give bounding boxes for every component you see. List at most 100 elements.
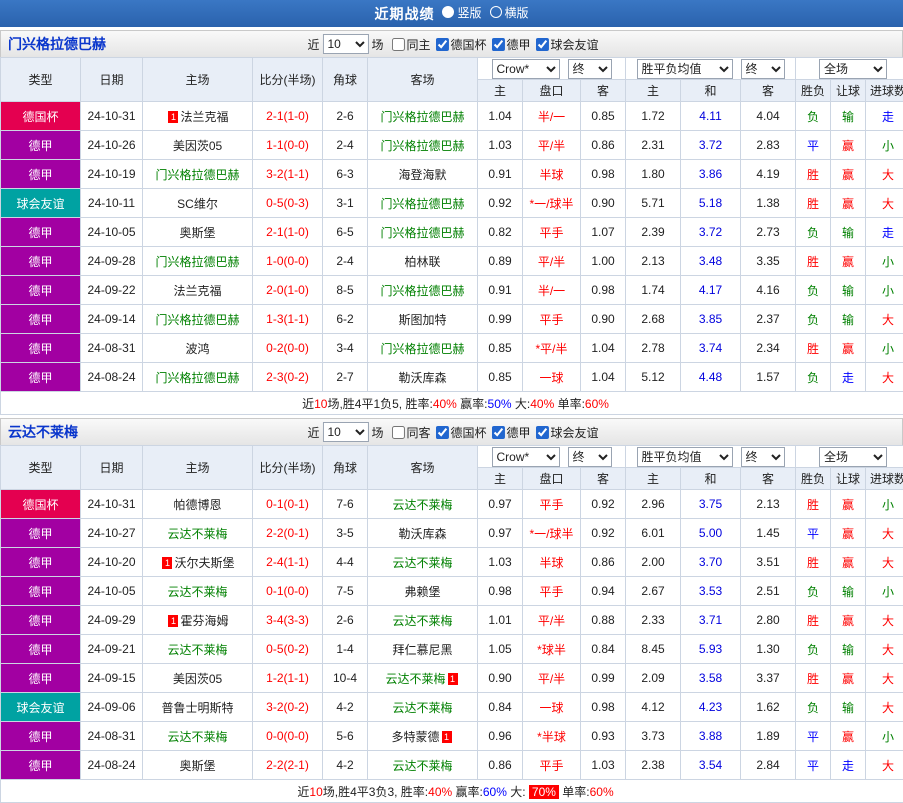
column-subheader: 进球数 bbox=[866, 468, 903, 490]
europe-source-select[interactable]: 胜平负均值 bbox=[637, 447, 733, 467]
team-name[interactable]: 海登海默 bbox=[398, 168, 446, 182]
radio-icon[interactable] bbox=[490, 6, 502, 18]
league-type-badge: 德甲 bbox=[1, 664, 81, 693]
team-name[interactable]: 霍芬海姆 bbox=[180, 614, 228, 628]
team-name[interactable]: 弗赖堡 bbox=[404, 585, 440, 599]
filter-checkbox-同主[interactable]: 同主 bbox=[391, 36, 430, 53]
checkbox-德国杯[interactable] bbox=[436, 426, 449, 439]
asian-away-odds: 0.84 bbox=[581, 635, 626, 664]
draw-odds: 3.70 bbox=[681, 548, 741, 577]
team-name[interactable]: 拜仁慕尼黑 bbox=[392, 643, 452, 657]
team-name[interactable]: 美因茨05 bbox=[173, 672, 222, 686]
team-name[interactable]: 勒沃库森 bbox=[398, 371, 446, 385]
team-name[interactable]: 门兴格拉德巴赫 bbox=[380, 342, 464, 356]
team-name[interactable]: 云达不莱梅 bbox=[392, 498, 452, 512]
team-name[interactable]: 波鸿 bbox=[185, 342, 209, 356]
goals-result-cell: 大 bbox=[866, 606, 903, 635]
team-name[interactable]: 云达不莱梅 bbox=[392, 614, 452, 628]
team-name[interactable]: 门兴格拉德巴赫 bbox=[380, 226, 464, 240]
europe-final-select[interactable]: 终 bbox=[741, 447, 785, 467]
league-type-badge: 德国杯 bbox=[1, 490, 81, 519]
match-row: 德甲24-09-15美因茨051-2(1-1)10-4云达不莱梅10.90平/半… bbox=[1, 664, 903, 693]
team-name[interactable]: 沃尔夫斯堡 bbox=[174, 556, 234, 570]
away-team-cell: 勒沃库森 bbox=[368, 519, 478, 548]
home-team-cell: 1沃尔夫斯堡 bbox=[143, 548, 253, 577]
team-name[interactable]: 云达不莱梅 bbox=[385, 672, 445, 686]
europe-source-select[interactable]: 胜平负均值 bbox=[637, 59, 733, 79]
team-name[interactable]: 云达不莱梅 bbox=[167, 730, 227, 744]
team-name[interactable]: 门兴格拉德巴赫 bbox=[155, 168, 239, 182]
match-count-select[interactable]: 10 bbox=[322, 34, 368, 54]
asian-home-odds: 0.84 bbox=[478, 693, 523, 722]
checkbox-同客[interactable] bbox=[391, 426, 404, 439]
match-count-select[interactable]: 10 bbox=[322, 422, 368, 442]
corner-cell: 2-6 bbox=[323, 102, 368, 131]
score-cell: 1-1(0-0) bbox=[253, 131, 323, 160]
team-name[interactable]: 普鲁士明斯特 bbox=[161, 701, 233, 715]
filter-checkbox-球会友谊[interactable]: 球会友谊 bbox=[536, 424, 599, 441]
filter-checkbox-德甲[interactable]: 德甲 bbox=[492, 36, 531, 53]
layout-radio-横版[interactable]: 横版 bbox=[490, 4, 529, 21]
team-name[interactable]: 门兴格拉德巴赫 bbox=[155, 313, 239, 327]
checkbox-球会友谊[interactable] bbox=[536, 38, 549, 51]
league-type-badge: 德甲 bbox=[1, 635, 81, 664]
team-name[interactable]: 云达不莱梅 bbox=[167, 527, 227, 541]
column-header: 角球 bbox=[323, 446, 368, 490]
away-team-cell: 云达不莱梅 bbox=[368, 548, 478, 577]
red-card-badge: 1 bbox=[162, 557, 172, 569]
filter-checkbox-德甲[interactable]: 德甲 bbox=[492, 424, 531, 441]
away-win-odds: 2.84 bbox=[741, 751, 796, 780]
checkbox-德甲[interactable] bbox=[492, 426, 505, 439]
checkbox-球会友谊[interactable] bbox=[536, 426, 549, 439]
checkbox-同主[interactable] bbox=[391, 38, 404, 51]
asian-away-odds: 1.03 bbox=[581, 751, 626, 780]
team-name[interactable]: 门兴格拉德巴赫 bbox=[380, 110, 464, 124]
team-name[interactable]: 门兴格拉德巴赫 bbox=[380, 139, 464, 153]
team-name[interactable]: 云达不莱梅 bbox=[392, 759, 452, 773]
team-name[interactable]: 门兴格拉德巴赫 bbox=[380, 284, 464, 298]
team-name[interactable]: 云达不莱梅 bbox=[392, 556, 452, 570]
team-name[interactable]: 柏林联 bbox=[404, 255, 440, 269]
team-name[interactable]: 门兴格拉德巴赫 bbox=[155, 255, 239, 269]
team-name[interactable]: 多特蒙德 bbox=[391, 730, 439, 744]
home-win-odds: 2.96 bbox=[626, 490, 681, 519]
summary-segment: 60% bbox=[585, 397, 609, 411]
red-card-badge: 1 bbox=[168, 111, 178, 123]
radio-icon[interactable] bbox=[442, 6, 454, 18]
team-name[interactable]: 门兴格拉德巴赫 bbox=[380, 197, 464, 211]
odds-final-select[interactable]: 终 bbox=[568, 59, 612, 79]
filter-checkbox-德国杯[interactable]: 德国杯 bbox=[436, 424, 487, 441]
team-name[interactable]: 门兴格拉德巴赫 bbox=[155, 371, 239, 385]
match-row: 德甲24-10-05奥斯堡2-1(1-0)6-5门兴格拉德巴赫0.82平手1.0… bbox=[1, 218, 903, 247]
draw-odds: 5.00 bbox=[681, 519, 741, 548]
checkbox-德甲[interactable] bbox=[492, 38, 505, 51]
europe-final-select[interactable]: 终 bbox=[741, 59, 785, 79]
result-cell: 胜 bbox=[796, 189, 831, 218]
team-name[interactable]: 奥斯堡 bbox=[179, 226, 215, 240]
team-name[interactable]: 斯图加特 bbox=[398, 313, 446, 327]
filter-checkbox-同客[interactable]: 同客 bbox=[391, 424, 430, 441]
team-name[interactable]: SC维尔 bbox=[177, 197, 218, 211]
filter-checkbox-球会友谊[interactable]: 球会友谊 bbox=[536, 36, 599, 53]
team-name[interactable]: 美因茨05 bbox=[173, 139, 222, 153]
odds-source-select[interactable]: Crow* bbox=[492, 447, 560, 467]
goals-result-cell: 大 bbox=[866, 305, 903, 334]
team-name[interactable]: 法兰克福 bbox=[180, 110, 228, 124]
team-name[interactable]: 云达不莱梅 bbox=[167, 643, 227, 657]
home-team-cell: 1法兰克福 bbox=[143, 102, 253, 131]
team-name[interactable]: 云达不莱梅 bbox=[392, 701, 452, 715]
filter-checkbox-德国杯[interactable]: 德国杯 bbox=[436, 36, 487, 53]
layout-radio-竖版[interactable]: 竖版 bbox=[442, 4, 481, 21]
result-scope-select[interactable]: 全场 bbox=[819, 59, 887, 79]
result-scope-select[interactable]: 全场 bbox=[819, 447, 887, 467]
team-name[interactable]: 帕德博恩 bbox=[173, 498, 221, 512]
asian-away-odds: 0.92 bbox=[581, 490, 626, 519]
odds-source-select[interactable]: Crow* bbox=[492, 59, 560, 79]
team-name[interactable]: 奥斯堡 bbox=[179, 759, 215, 773]
odds-final-select[interactable]: 终 bbox=[568, 447, 612, 467]
checkbox-德国杯[interactable] bbox=[436, 38, 449, 51]
summary-segment: 40% bbox=[530, 397, 554, 411]
team-name[interactable]: 法兰克福 bbox=[173, 284, 221, 298]
team-name[interactable]: 云达不莱梅 bbox=[167, 585, 227, 599]
team-name[interactable]: 勒沃库森 bbox=[398, 527, 446, 541]
